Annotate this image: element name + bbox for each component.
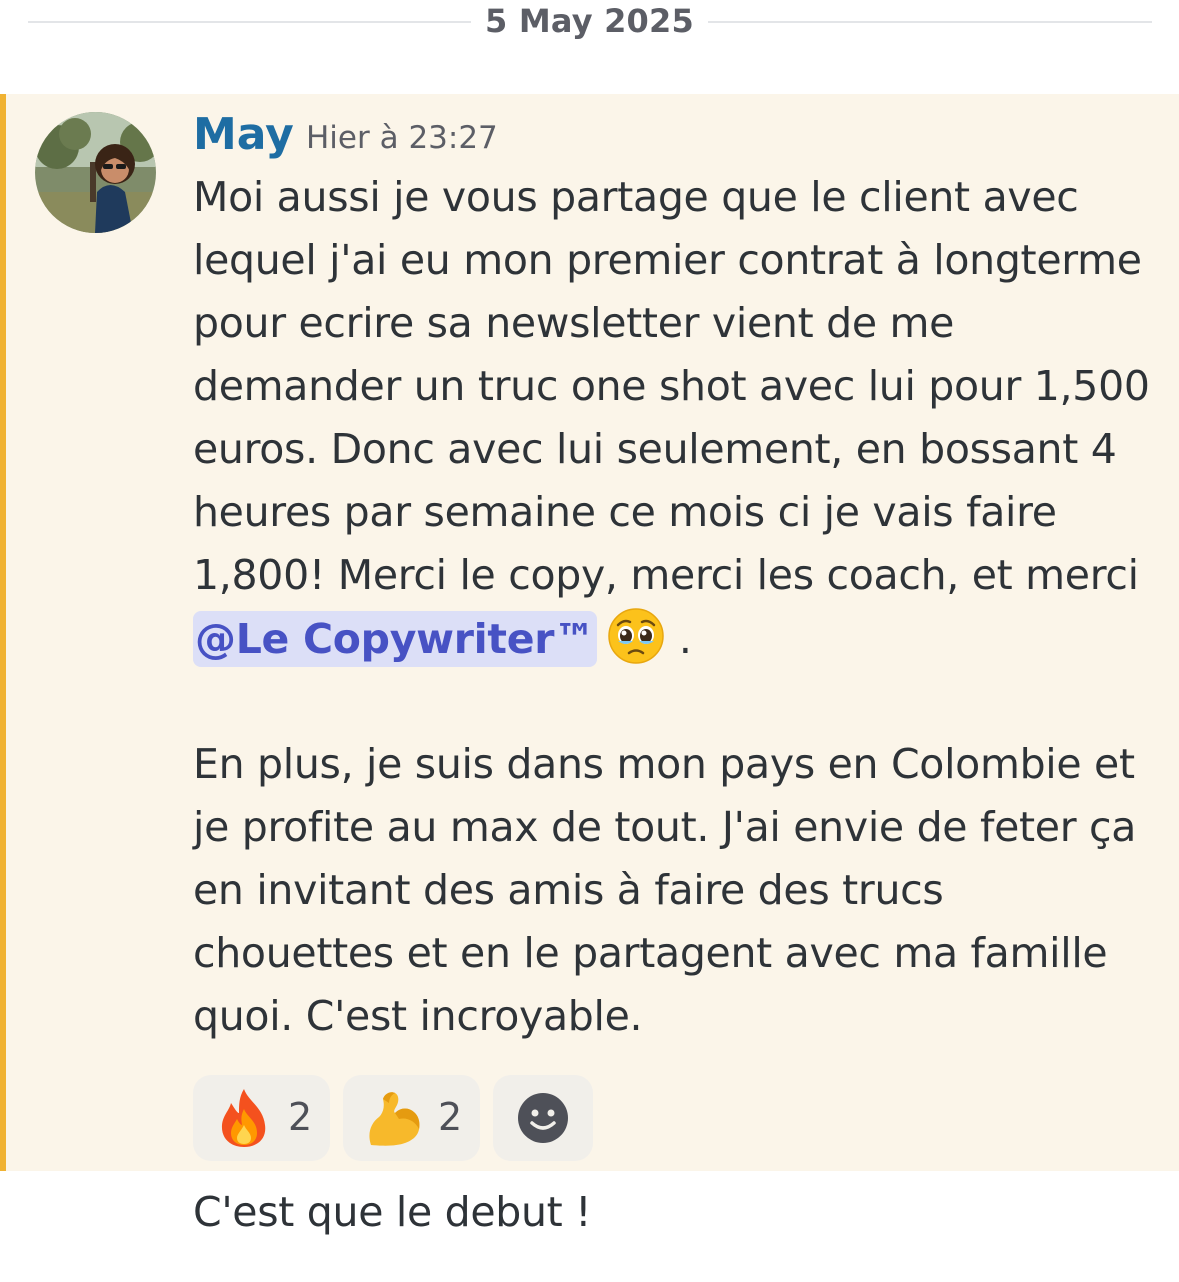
message-line: je profite au max de tout. J'ai envie de…	[193, 803, 1137, 851]
message-line: en invitant des amis à faire des trucs	[193, 866, 944, 914]
mention-accent-bar	[0, 94, 6, 1171]
message-content: Moi aussi je vous partage que le client …	[193, 166, 1153, 1048]
author-name[interactable]: May	[193, 108, 294, 162]
highlighted-message[interactable]: May Hier à 23:27 Moi aussi je vous parta…	[0, 94, 1179, 1171]
message-line: pour ecrire sa newsletter vient de me	[193, 299, 955, 347]
add-reaction-button[interactable]	[493, 1075, 593, 1161]
flexed-biceps-icon	[369, 1092, 420, 1146]
reaction-count: 2	[438, 1095, 463, 1139]
reaction-fire[interactable]: 2	[193, 1075, 330, 1161]
fire-icon	[221, 1089, 266, 1147]
user-mention[interactable]: @Le Copywriter™	[193, 611, 597, 667]
message-line: quoi. C'est incroyable.	[193, 992, 643, 1040]
mention-suffix: .	[678, 615, 692, 663]
message-line: lequel j'ai eu mon premier contrat à lon…	[193, 236, 1142, 284]
avatar[interactable]	[35, 112, 156, 233]
divider-line-left	[28, 21, 471, 23]
divider-line-right	[708, 21, 1152, 23]
next-message-text: C'est que le debut !	[193, 1188, 592, 1236]
message-line: 1,800! Merci le copy, merci les coach, e…	[193, 551, 1139, 599]
message-line: En plus, je suis dans mon pays en Colomb…	[193, 740, 1135, 788]
message-line: demander un truc one shot avec lui pour …	[193, 362, 1150, 410]
message-timestamp: Hier à 23:27	[306, 120, 498, 156]
mention-line: @Le Copywriter™ .	[193, 607, 1153, 670]
reaction-flexed-biceps[interactable]: 2	[343, 1075, 480, 1161]
face-holding-back-tears-emoji	[607, 607, 665, 683]
message-line: heures par semaine ce mois ci je vais fa…	[193, 488, 1057, 536]
message-line: euros. Donc avec lui seulement, en bossa…	[193, 425, 1117, 473]
reaction-count: 2	[288, 1095, 313, 1139]
message-line: Moi aussi je vous partage que le client …	[193, 173, 1079, 221]
date-divider: 5 May 2025	[0, 0, 1179, 46]
divider-date: 5 May 2025	[485, 2, 694, 40]
add-reaction-icon	[518, 1093, 568, 1143]
message-line: chouettes et en le partagent avec ma fam…	[193, 929, 1108, 977]
